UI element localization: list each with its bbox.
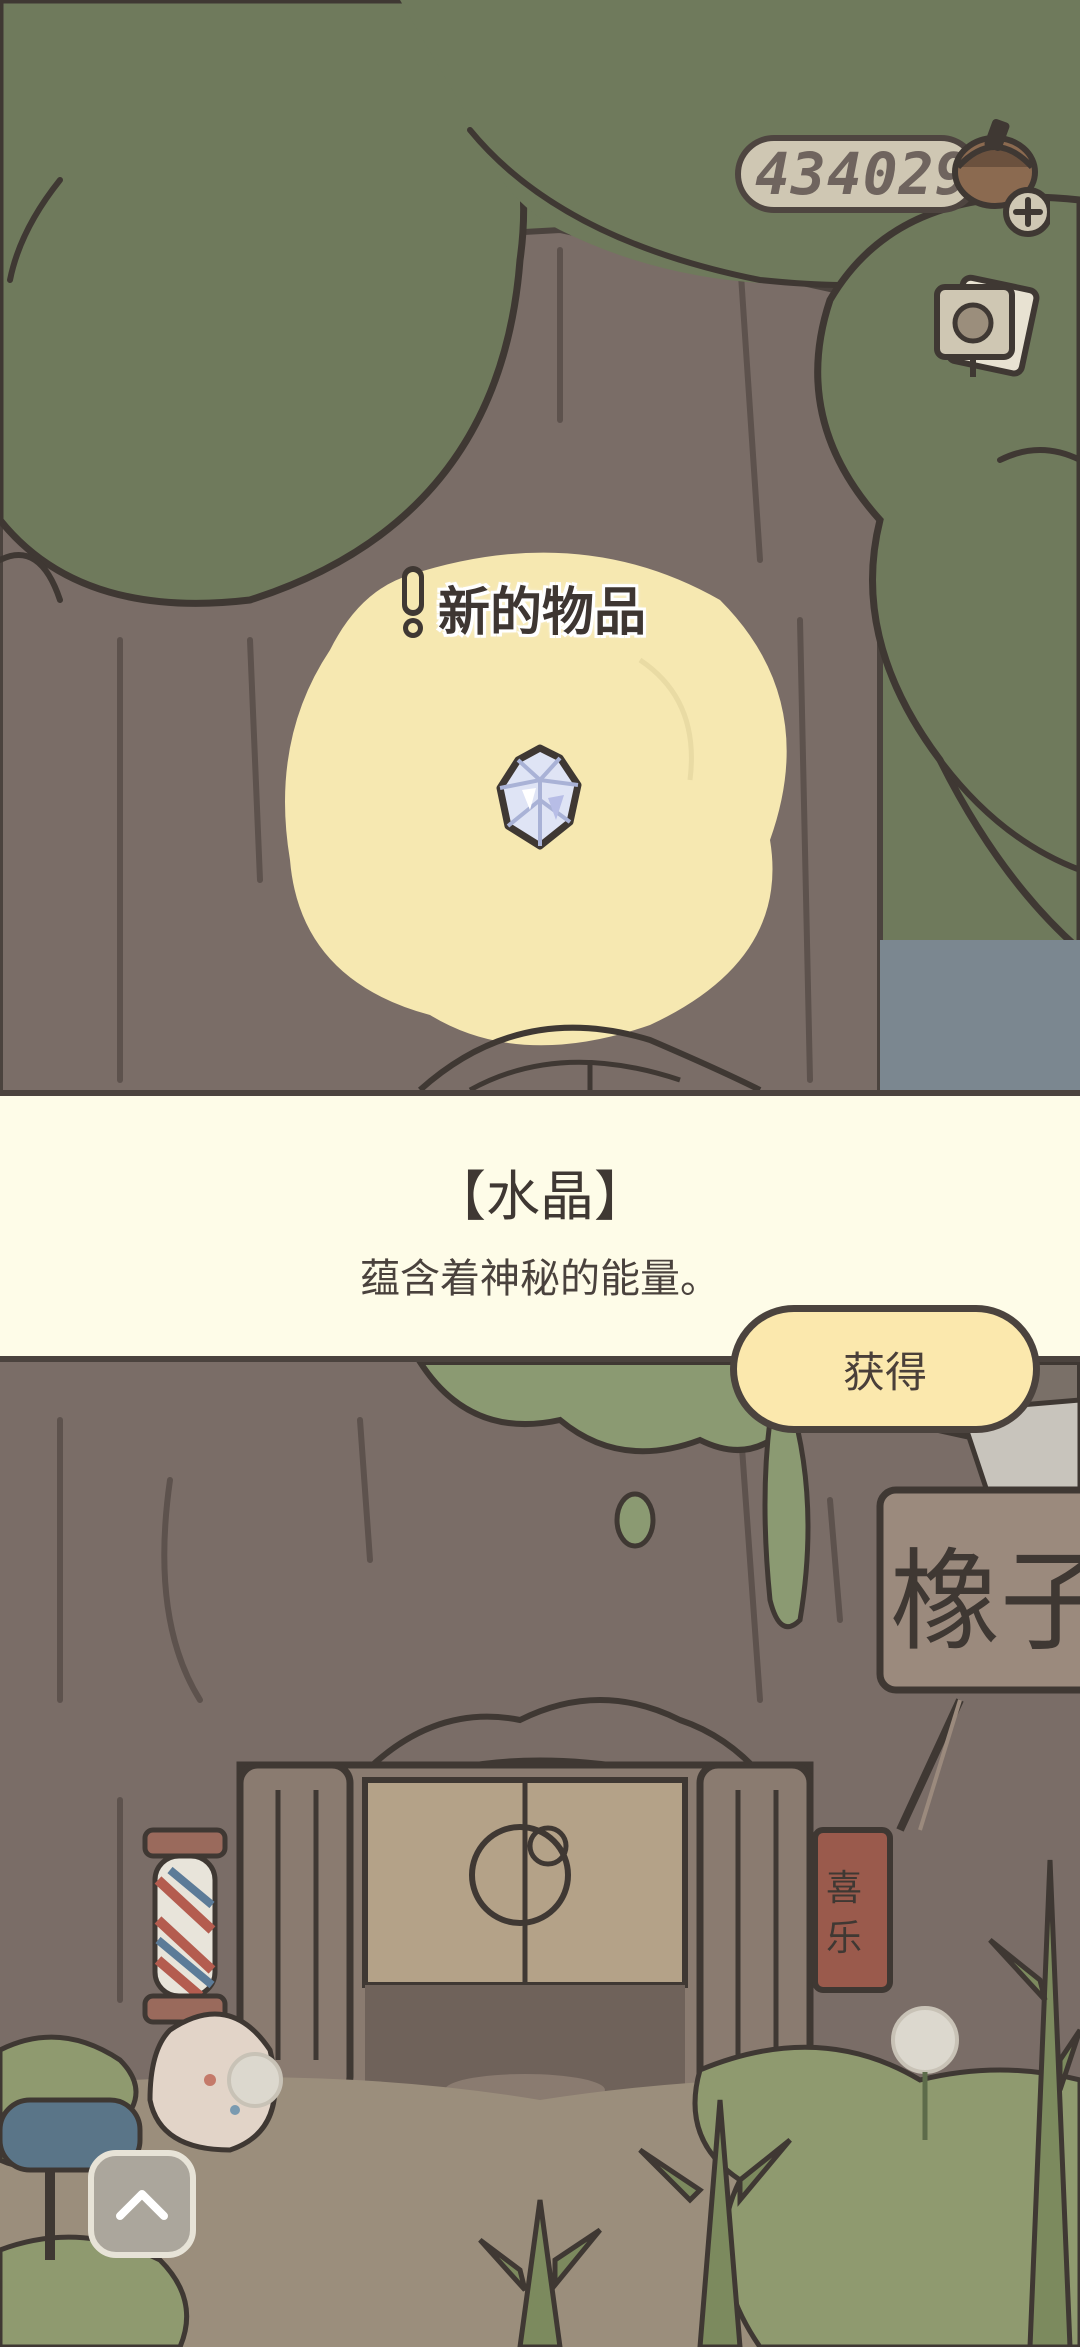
obtain-button-label: 获得 xyxy=(842,1347,927,1397)
chevron-up-icon xyxy=(116,2190,168,2220)
acorn-icon[interactable] xyxy=(950,112,1050,242)
couplet-text-2: 乐 xyxy=(826,1918,862,1959)
obtain-button[interactable]: 获得 xyxy=(730,1305,1040,1433)
item-description: 蕴含着神秘的能量。 xyxy=(360,1256,720,1302)
crystal-icon xyxy=(496,744,582,850)
shop-sign: 橡子 xyxy=(876,1486,1080,1694)
new-item-label: 新的物品 xyxy=(438,583,647,643)
exclamation-icon xyxy=(402,566,424,638)
expand-menu-button[interactable] xyxy=(88,2150,196,2258)
acorn-count: 434029 xyxy=(755,140,971,208)
photo-icon[interactable] xyxy=(925,265,1045,385)
couplet: 喜 乐 xyxy=(812,1827,893,1993)
couplet-text-1: 喜 xyxy=(826,1868,862,1909)
shop-sign-text: 橡子 xyxy=(890,1538,1080,1666)
item-name: 【水晶】 xyxy=(432,1165,648,1228)
acorn-counter[interactable]: 434029 xyxy=(735,135,980,213)
